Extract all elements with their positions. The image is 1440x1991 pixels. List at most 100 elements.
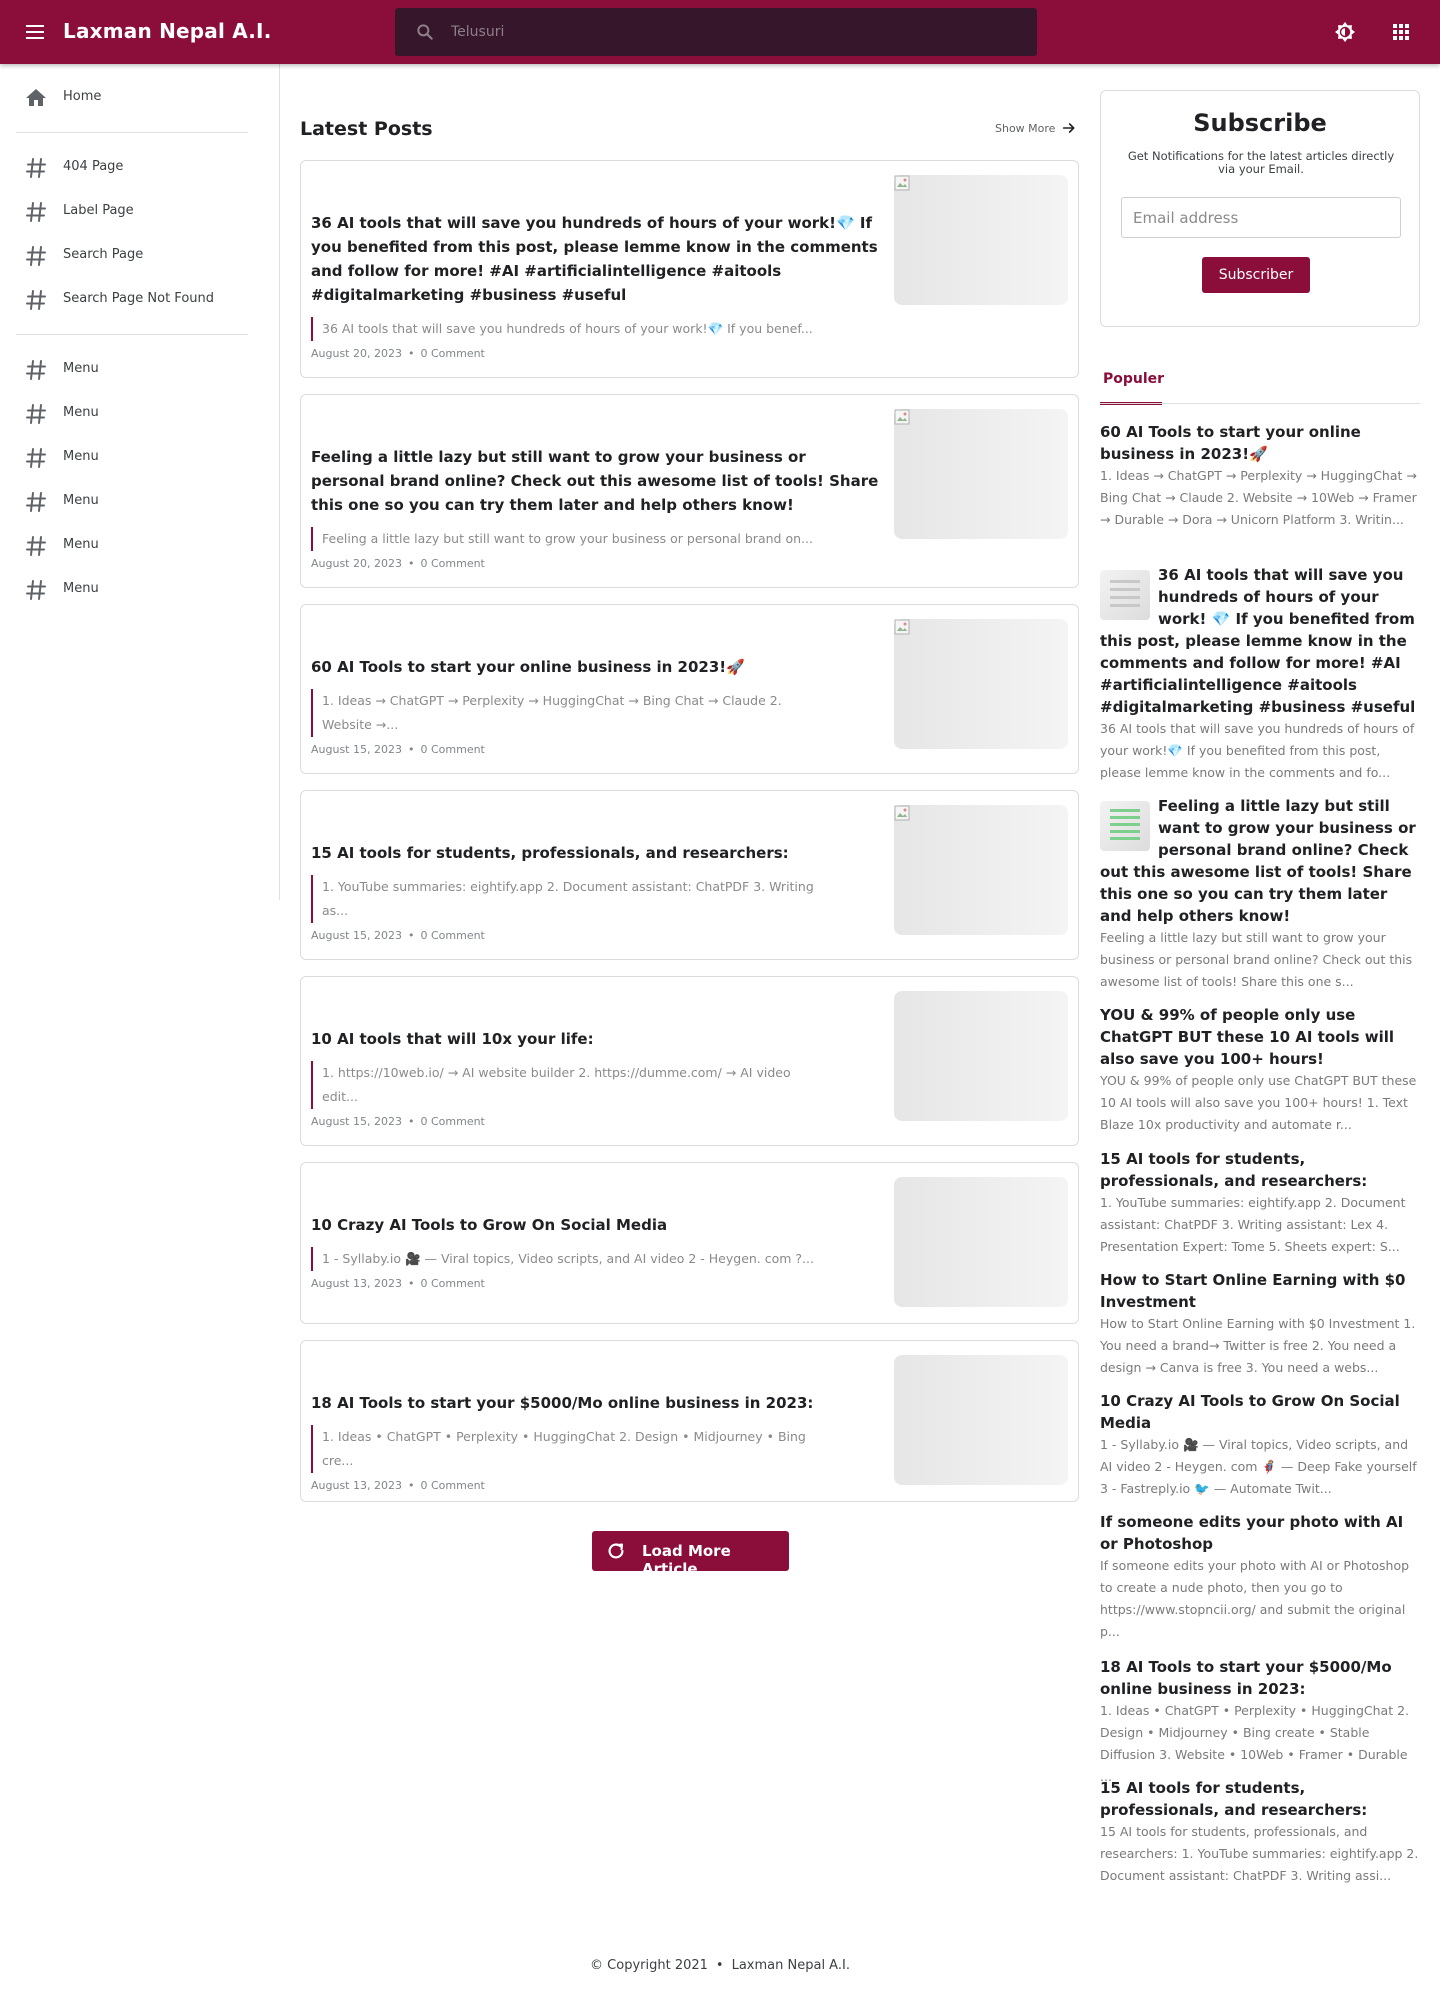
- popular-item[interactable]: 10 Crazy AI Tools to Grow On Social Medi…: [1100, 1390, 1420, 1500]
- sidebar-item-label: Menu: [63, 449, 99, 464]
- hash-icon: [26, 360, 46, 380]
- post-thumbnail[interactable]: [894, 805, 1068, 935]
- post-title[interactable]: Feeling a little lazy but still want to …: [311, 445, 881, 517]
- popular-snippet: Feeling a little lazy but still want to …: [1100, 930, 1413, 989]
- post-card[interactable]: 36 AI tools that will save you hundreds …: [300, 160, 1079, 378]
- post-comments[interactable]: 0 Comment: [420, 929, 484, 942]
- post-title[interactable]: 36 AI tools that will save you hundreds …: [311, 211, 881, 307]
- post-card[interactable]: 10 AI tools that will 10x your life: 1. …: [300, 976, 1079, 1146]
- post-date: August 15, 2023: [311, 929, 402, 942]
- post-thumbnail[interactable]: [894, 409, 1068, 539]
- popular-title[interactable]: YOU & 99% of people only use ChatGPT BUT…: [1100, 1004, 1420, 1070]
- sidebar-item-menu[interactable]: Menu: [16, 438, 248, 478]
- site-title[interactable]: Laxman Nepal A.I.: [63, 19, 272, 43]
- post-comments[interactable]: 0 Comment: [420, 743, 484, 756]
- search-bar[interactable]: [395, 8, 1037, 56]
- popular-item[interactable]: How to Start Online Earning with $0 Inve…: [1100, 1269, 1420, 1379]
- sidebar-item-label: Menu: [63, 581, 99, 596]
- post-card[interactable]: 10 Crazy AI Tools to Grow On Social Medi…: [300, 1162, 1079, 1324]
- sidebar-item-menu[interactable]: Menu: [16, 394, 248, 434]
- popular-title[interactable]: 15 AI tools for students, professionals,…: [1100, 1777, 1420, 1821]
- arrow-right-icon: [1063, 123, 1075, 133]
- post-comments[interactable]: 0 Comment: [420, 1115, 484, 1128]
- popular-item[interactable]: 15 AI tools for students, professionals,…: [1100, 1148, 1420, 1258]
- post-title[interactable]: 10 AI tools that will 10x your life:: [311, 1027, 881, 1051]
- post-title[interactable]: 60 AI Tools to start your online busines…: [311, 655, 881, 679]
- hash-icon: [26, 404, 46, 424]
- popular-item[interactable]: If someone edits your photo with AI or P…: [1100, 1511, 1420, 1643]
- popular-thumbnail[interactable]: [1100, 801, 1150, 851]
- post-thumbnail[interactable]: [894, 991, 1068, 1121]
- popular-title[interactable]: 15 AI tools for students, professionals,…: [1100, 1148, 1420, 1192]
- post-thumbnail[interactable]: [894, 1355, 1068, 1485]
- post-title[interactable]: 10 Crazy AI Tools to Grow On Social Medi…: [311, 1213, 881, 1237]
- popular-snippet: How to Start Online Earning with $0 Inve…: [1100, 1316, 1416, 1375]
- broken-image-icon: [894, 175, 910, 191]
- popular-item[interactable]: 15 AI tools for students, professionals,…: [1100, 1777, 1420, 1887]
- sidebar-item-menu[interactable]: Menu: [16, 482, 248, 522]
- popular-item[interactable]: 36 AI tools that will save you hundreds …: [1100, 564, 1420, 784]
- popular-item[interactable]: YOU & 99% of people only use ChatGPT BUT…: [1100, 1004, 1420, 1136]
- post-date: August 20, 2023: [311, 347, 402, 360]
- post-meta: August 15, 2023 • 0 Comment: [311, 929, 485, 942]
- sidebar-item-menu[interactable]: Menu: [16, 350, 248, 390]
- post-comments[interactable]: 0 Comment: [420, 1277, 484, 1290]
- post-card[interactable]: 15 AI tools for students, professionals,…: [300, 790, 1079, 960]
- popular-snippet: 1. Ideas → ChatGPT → Perplexity → Huggin…: [1100, 468, 1417, 527]
- load-more-button[interactable]: Load More Article: [592, 1531, 789, 1578]
- brightness-icon[interactable]: [1333, 20, 1357, 44]
- post-thumbnail[interactable]: [894, 175, 1068, 305]
- post-comments[interactable]: 0 Comment: [420, 557, 484, 570]
- popular-item[interactable]: 18 AI Tools to start your $5000/Mo onlin…: [1100, 1656, 1420, 1788]
- search-icon[interactable]: [415, 22, 435, 42]
- sidebar-item-search-page[interactable]: Search Page: [16, 236, 248, 276]
- popular-title[interactable]: 10 Crazy AI Tools to Grow On Social Medi…: [1100, 1390, 1420, 1434]
- post-thumbnail[interactable]: [894, 619, 1068, 749]
- apps-grid-icon[interactable]: [1389, 20, 1413, 44]
- popular-title[interactable]: If someone edits your photo with AI or P…: [1100, 1511, 1420, 1555]
- popular-snippet: 15 AI tools for students, professionals,…: [1100, 1824, 1419, 1883]
- footer-copyright: © Copyright 2021: [590, 1958, 708, 1973]
- sidebar-item-menu[interactable]: Menu: [16, 526, 248, 566]
- post-card[interactable]: Feeling a little lazy but still want to …: [300, 394, 1079, 588]
- sidebar-divider: [16, 334, 248, 335]
- popular-item[interactable]: 60 AI Tools to start your online busines…: [1100, 421, 1420, 531]
- subscribe-widget: Subscribe Get Notifications for the late…: [1100, 90, 1420, 327]
- sidebar-item-menu[interactable]: Menu: [16, 570, 248, 610]
- post-meta: August 15, 2023 • 0 Comment: [311, 1115, 485, 1128]
- hash-icon: [26, 580, 46, 600]
- search-input[interactable]: [451, 20, 1011, 44]
- popular-item[interactable]: Feeling a little lazy but still want to …: [1100, 795, 1420, 993]
- menu-icon[interactable]: [22, 20, 50, 44]
- tab-label: Populer: [1103, 371, 1165, 387]
- post-snippet: Feeling a little lazy but still want to …: [311, 527, 821, 551]
- post-card[interactable]: 18 AI Tools to start your $5000/Mo onlin…: [300, 1340, 1079, 1502]
- sidebar-item-404-page[interactable]: 404 Page: [16, 148, 248, 188]
- subscribe-description: Get Notifications for the latest article…: [1127, 149, 1395, 176]
- post-date: August 13, 2023: [311, 1277, 402, 1290]
- hash-icon: [26, 202, 46, 222]
- popular-title[interactable]: 18 AI Tools to start your $5000/Mo onlin…: [1100, 1656, 1420, 1700]
- post-comments[interactable]: 0 Comment: [420, 1479, 484, 1492]
- refresh-icon: [608, 1543, 624, 1559]
- popular-title[interactable]: How to Start Online Earning with $0 Inve…: [1100, 1269, 1420, 1313]
- sidebar-item-label-page[interactable]: Label Page: [16, 192, 248, 232]
- subscribe-button[interactable]: Subscriber: [1202, 257, 1310, 293]
- post-title[interactable]: 15 AI tools for students, professionals,…: [311, 841, 881, 865]
- tab-populer[interactable]: Populer: [1100, 369, 1165, 405]
- post-comments[interactable]: 0 Comment: [420, 347, 484, 360]
- post-title[interactable]: 18 AI Tools to start your $5000/Mo onlin…: [311, 1391, 881, 1415]
- sidebar-item-search-page-not-found[interactable]: Search Page Not Found: [16, 280, 248, 320]
- popular-title[interactable]: 60 AI Tools to start your online busines…: [1100, 421, 1420, 465]
- hash-icon: [26, 536, 46, 556]
- sidebar-item-label: Search Page Not Found: [63, 291, 215, 306]
- email-field[interactable]: [1121, 197, 1401, 238]
- post-thumbnail[interactable]: [894, 1177, 1068, 1307]
- sidebar-item-home[interactable]: Home: [16, 78, 248, 118]
- hash-icon: [26, 246, 46, 266]
- footer-site-link[interactable]: Laxman Nepal A.I.: [732, 1958, 850, 1973]
- show-more-link[interactable]: Show More: [995, 120, 1077, 136]
- popular-thumbnail[interactable]: [1100, 570, 1150, 620]
- post-card[interactable]: 60 AI Tools to start your online busines…: [300, 604, 1079, 774]
- sidebar-item-label: Home: [63, 89, 102, 104]
